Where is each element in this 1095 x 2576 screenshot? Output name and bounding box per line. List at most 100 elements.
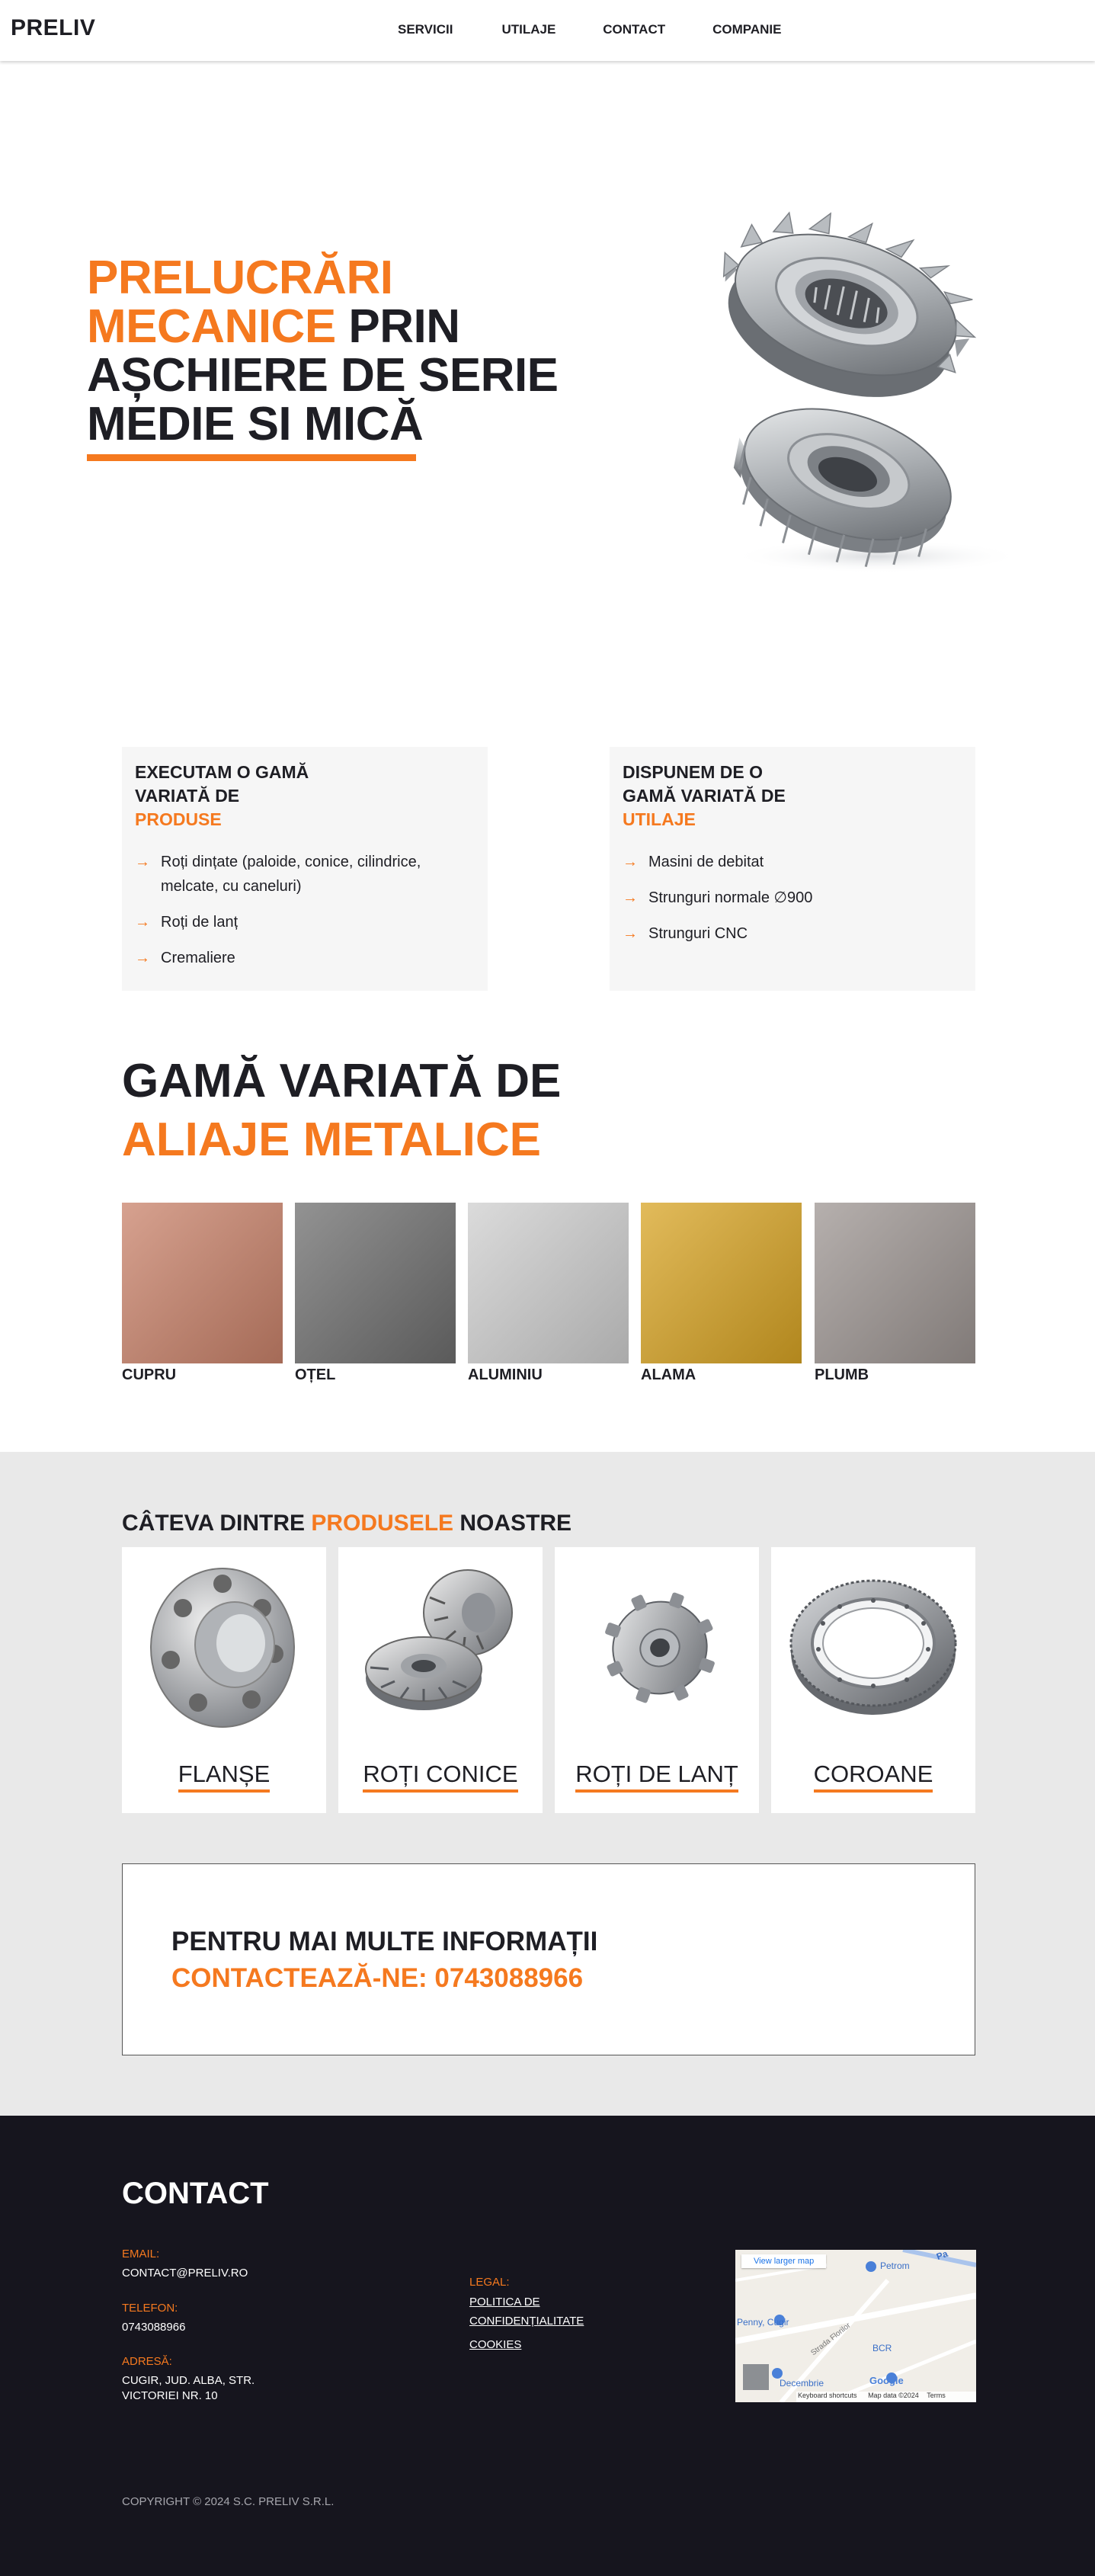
product-card-label: ROȚI CONICE (338, 1761, 543, 1793)
arrow-right-icon: → (135, 950, 150, 966)
map-label-bcr: BCR (872, 2343, 892, 2353)
machines-box-title-accent: UTILAJE (623, 809, 696, 829)
gears-icon (671, 175, 1021, 587)
list-item-text: Strunguri CNC (648, 925, 748, 942)
map-label-penny: Penny, Cugir (737, 2317, 789, 2328)
logo[interactable]: PRELIV (11, 15, 95, 41)
legal-label: LEGAL: (469, 2276, 510, 2289)
email-label: EMAIL: (122, 2248, 160, 2260)
alloy-swatch-plumb (815, 1203, 975, 1363)
copyright: COPYRIGHT © 2024 S.C. PRELIV S.R.L. (122, 2495, 335, 2508)
products-box: EXECUTAM O GAMĂ VARIATĂ DE PRODUSE → Roți… (122, 747, 488, 991)
list-item: → Strunguri normale ∅900 (623, 886, 962, 910)
product-card-label-text: ROȚI DE LANȚ (575, 1761, 738, 1793)
phone-link[interactable]: 0743088966 (122, 2320, 185, 2335)
machines-box-title-2: GAMĂ VARIATĂ DE (623, 786, 786, 806)
product-card-roti-de-lant[interactable]: ROȚI DE LANȚ (555, 1547, 759, 1813)
alloys-title: GAMĂ VARIATĂ DE ALIAJE METALICE (122, 1052, 561, 1169)
hero-title-dark-3: MEDIE SI MICĂ (87, 398, 424, 450)
products-title-pre: CÂTEVA DINTRE (122, 1511, 305, 1536)
footer-title: CONTACT (122, 2177, 269, 2210)
list-item-text: Masini de debitat (648, 854, 764, 870)
address-label: ADRESĂ: (122, 2355, 172, 2368)
hero-underline (87, 454, 416, 461)
alloys-title-line-1: GAMĂ VARIATĂ DE (122, 1055, 562, 1107)
alloys-section: GAMĂ VARIATĂ DE ALIAJE METALICE CUPRU OȚ… (0, 991, 1095, 1452)
machines-list: → Masini de debitat → Strunguri normale ∅9… (623, 850, 962, 946)
map-label-decembrie: Decembrie (780, 2378, 824, 2389)
product-card-label-text: FLANȘE (178, 1761, 271, 1793)
alloy-swatch-otel (295, 1203, 456, 1363)
list-item: → Roți dințate (paloide, conice, cilindri… (135, 850, 475, 899)
contact-cta-box: PENTRU MAI MULTE INFORMAȚII CONTACTEAZĂ-… (122, 1863, 975, 2055)
terms-link[interactable]: Terms (927, 2392, 946, 2399)
view-larger-map-link[interactable]: View larger map (741, 2254, 827, 2268)
list-item-text: Strunguri normale ∅900 (648, 889, 813, 906)
alloy-label: OȚEL (295, 1366, 336, 1383)
products-list: → Roți dințate (paloide, conice, cilindri… (135, 850, 475, 970)
nav-link-contact[interactable]: CONTACT (603, 22, 665, 37)
address-line-2: VICTORIEI NR. 10 (122, 2389, 218, 2402)
alloy-label: ALUMINIU (468, 1366, 543, 1383)
nav-link-servicii[interactable]: SERVICII (398, 22, 453, 37)
hero-section: PRELUCRĂRI MECANICE PRIN AȘCHIERE DE SER… (0, 61, 1095, 640)
hero-title-dark-2: AȘCHIERE DE SERIE (87, 349, 559, 402)
hero-title-dark-1: PRIN (348, 300, 460, 353)
address-line-1: CUGIR, JUD. ALBA, STR. (122, 2374, 255, 2387)
list-item-text: Cremaliere (161, 950, 235, 966)
list-item: → Masini de debitat (623, 850, 962, 874)
list-item: → Cremaliere (135, 946, 475, 970)
map-label-petrom: Petrom (880, 2260, 910, 2271)
alloy-swatch-cupru (122, 1203, 283, 1363)
alloy-swatch-alama (641, 1203, 802, 1363)
arrow-right-icon: → (623, 854, 638, 870)
sprocket-icon (570, 1562, 744, 1730)
list-item-text: Roți dințate (paloide, conice, cilindric… (161, 854, 421, 895)
flange-icon (137, 1562, 311, 1730)
products-box-title: EXECUTAM O GAMĂ VARIATĂ DE PRODUSE (135, 761, 348, 831)
product-card-label: COROANE (771, 1761, 975, 1793)
hero-title-orange-2: MECANICE (87, 300, 336, 353)
list-item: → Strunguri CNC (623, 921, 962, 946)
cookies-link[interactable]: COOKIES (469, 2335, 521, 2354)
capabilities-section: EXECUTAM O GAMĂ VARIATĂ DE PRODUSE → Roți… (0, 640, 1095, 991)
alloys-title-line-2: ALIAJE METALICE (122, 1113, 541, 1166)
privacy-policy-link[interactable]: POLITICA DE CONFIDENȚIALITATE (469, 2292, 584, 2331)
email-link[interactable]: CONTACT@PRELIV.RO (122, 2266, 248, 2281)
keyboard-shortcuts-link[interactable]: Keyboard shortcuts (798, 2392, 857, 2399)
ring-gear-icon (786, 1562, 960, 1730)
hero-title-orange-1: PRELUCRĂRI (87, 252, 393, 304)
arrow-right-icon: → (135, 854, 150, 870)
alloy-label: PLUMB (815, 1366, 869, 1383)
privacy-policy-link-line-2: CONFIDENȚIALITATE (469, 2315, 584, 2328)
product-card-label-text: ROȚI CONICE (363, 1761, 518, 1793)
bevel-gear-icon (354, 1562, 527, 1730)
products-title-post: NOASTRE (459, 1511, 572, 1536)
machines-box: DISPUNEM DE O GAMĂ VARIATĂ DE UTILAJE → M… (610, 747, 975, 991)
product-card-flanse[interactable]: FLANȘE (122, 1547, 326, 1813)
machines-box-title: DISPUNEM DE O GAMĂ VARIATĂ DE UTILAJE (623, 761, 836, 831)
products-section: CÂTEVA DINTRE PRODUSELE NOASTRE FLANȘE R… (0, 1452, 1095, 2116)
arrow-right-icon: → (623, 925, 638, 942)
products-title: CÂTEVA DINTRE PRODUSELE NOASTRE (122, 1511, 572, 1536)
google-logo: Google (869, 2375, 904, 2386)
arrow-right-icon: → (135, 914, 150, 931)
site-footer: CONTACT EMAIL: CONTACT@PRELIV.RO TELEFON… (0, 2116, 1095, 2576)
main-nav: SERVICII UTILAJE CONTACT COMPANIE (398, 22, 828, 37)
product-card-label-text: COROANE (813, 1761, 933, 1793)
list-item: → Roți de lanț (135, 910, 475, 934)
map-data-text: Map data ©2024 (868, 2392, 919, 2399)
alloy-label: CUPRU (122, 1366, 177, 1383)
product-card-label: ROȚI DE LANȚ (555, 1761, 759, 1793)
map-footer-bar: Keyboard shortcuts Map data ©2024 Terms (796, 2392, 976, 2402)
google-map[interactable]: View larger map Petrom Pa Penny, Cugir S… (735, 2250, 976, 2402)
product-card-roti-conice[interactable]: ROȚI CONICE (338, 1547, 543, 1813)
product-card-coroane[interactable]: COROANE (771, 1547, 975, 1813)
machines-box-title-1: DISPUNEM DE O (623, 762, 764, 782)
products-title-accent: PRODUSELE (311, 1511, 454, 1536)
products-box-title-accent: PRODUSE (135, 809, 222, 829)
cta-phone-link[interactable]: CONTACTEAZĂ-NE: 0743088966 (171, 1960, 926, 1997)
nav-link-utilaje[interactable]: UTILAJE (501, 22, 556, 37)
nav-link-companie[interactable]: COMPANIE (712, 22, 781, 37)
phone-label: TELEFON: (122, 2302, 178, 2315)
